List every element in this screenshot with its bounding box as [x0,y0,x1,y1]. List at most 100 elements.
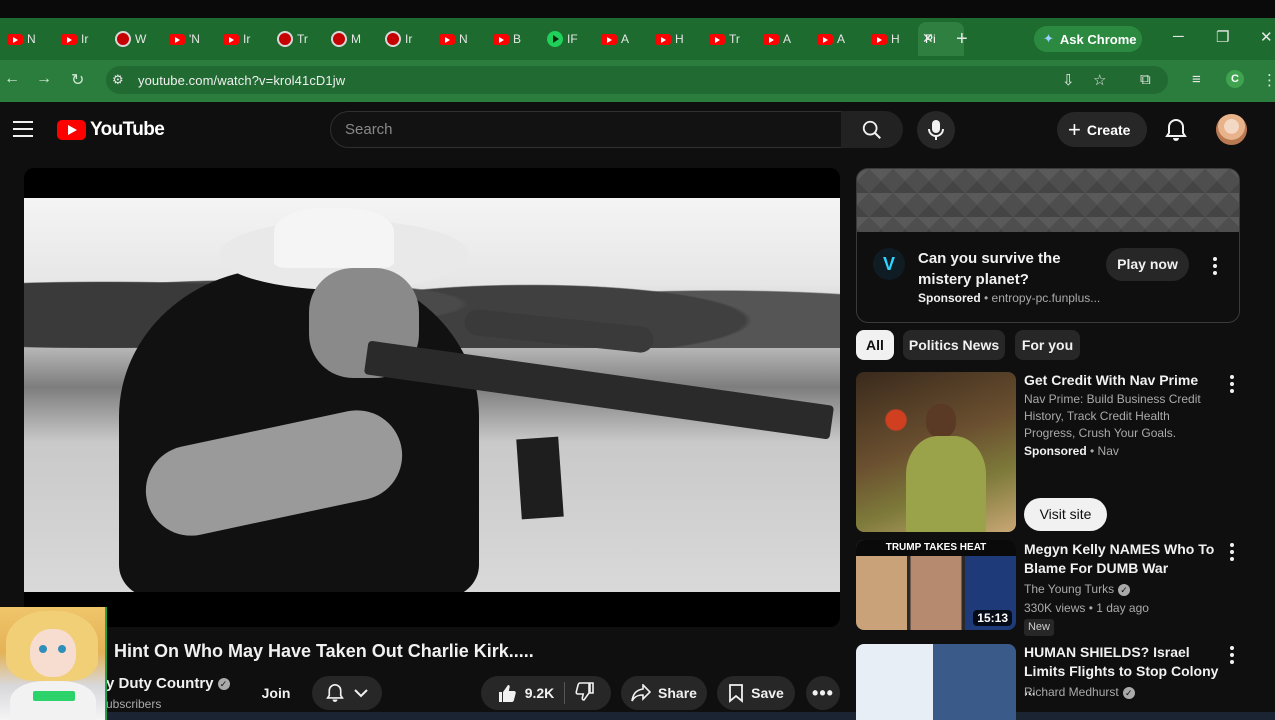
browser-tab[interactable]: A [756,25,810,53]
browser-tab[interactable]: Tr [270,25,324,53]
browser-tab[interactable]: A [810,25,864,53]
search-button[interactable] [841,111,903,148]
visit-site-button[interactable]: Visit site [1024,498,1107,531]
browser-tab-label: 'N [189,32,200,46]
rec-title-nav[interactable]: Get Credit With Nav Prime [1024,371,1220,390]
search-icon [862,120,881,139]
back-arrow-icon[interactable]: ← [4,70,20,88]
chip-for-you[interactable]: For you [1015,330,1080,360]
sponsored-ad-card[interactable]: V Can you survive the mistery planet? Sp… [856,168,1240,323]
channel-name[interactable]: y Duty Country ✓ [106,675,230,692]
rec-stats-megyn: 330K views • 1 day ago [1024,601,1149,615]
youtube-logo[interactable]: YouTube [57,119,165,141]
site-info-icon[interactable]: ⚙ [112,72,124,88]
rec-menu-icon[interactable] [1229,375,1235,393]
browser-tab[interactable]: H [864,25,918,53]
join-button[interactable]: Join [254,676,298,710]
minimize-icon[interactable]: ─ [1173,28,1184,45]
browser-tab[interactable]: W [108,25,162,53]
share-button[interactable]: Share [621,676,707,710]
human-shields-thumbnail[interactable] [856,644,1016,720]
chevron-down-icon [354,689,368,698]
thumbnail-banner-text: TRUMP TAKES HEAT [856,540,1016,556]
new-tab-button[interactable]: + [956,28,968,51]
ad-title[interactable]: Can you survive the mistery planet? [918,248,1088,290]
thumbs-down-icon [575,681,595,701]
browser-tab-strip: N Ir W 'N Ir Tr M Ir N B IF A H Tr A A H Pi ✕ + ✦ Ask Chr… [0,0,1275,60]
browser-tab-label: W [135,32,147,46]
browser-tab[interactable]: N [432,25,486,53]
rec-channel-shields[interactable]: Richard Medhurst ✓ [1024,685,1135,699]
youtube-favicon-icon [763,33,779,45]
browser-tab-label: M [351,32,361,46]
forward-arrow-icon[interactable]: → [36,70,52,88]
ad-menu-icon[interactable] [1212,257,1218,275]
create-button[interactable]: + Create [1057,112,1147,147]
restore-icon[interactable]: ❐ [1216,28,1229,46]
title-bar [0,0,1275,18]
verified-icon: ✓ [1122,686,1135,699]
os-taskbar [107,712,1275,720]
close-tab-icon[interactable]: ✕ [922,30,934,47]
subscription-bell-button[interactable] [312,676,382,710]
rec-description-nav: Nav Prime: Build Business Credit History… [1024,392,1201,440]
media-controls-icon[interactable]: ≡ [1192,71,1201,88]
play-now-button[interactable]: Play now [1106,248,1189,281]
new-badge: New [1024,619,1054,636]
create-label: Create [1086,121,1131,138]
avatar-face [30,629,76,677]
browser-tab[interactable]: Ir [54,25,108,53]
guide-menu-icon[interactable] [13,121,33,142]
plus-icon: + [1068,116,1081,142]
sponsored-label-nav: Sponsored [1024,444,1087,458]
account-avatar[interactable] [1216,114,1247,145]
voice-search-button[interactable] [917,111,955,149]
url-text[interactable]: youtube.com/watch?v=krol41cD1jw [138,73,345,88]
browser-tab-label: Tr [729,32,740,46]
browser-tab[interactable]: Ir [378,25,432,53]
browser-tab[interactable]: H [648,25,702,53]
browser-tab[interactable]: 'N [162,25,216,53]
verified-icon: ✓ [1118,583,1131,596]
rec-menu-icon[interactable] [1229,543,1235,561]
video-duration: 15:13 [973,610,1012,626]
browser-tab[interactable]: M [324,25,378,53]
tab-search-icon[interactable]: ⧉ [1140,71,1151,88]
rec-title-megyn[interactable]: Megyn Kelly NAMES Who To Blame For DUMB … [1024,540,1220,578]
megyn-thumbnail[interactable]: TRUMP TAKES HEAT 15:13 [856,540,1016,630]
browser-tab[interactable]: N [0,25,54,53]
browser-tab[interactable]: B [486,25,540,53]
video-player[interactable] [24,168,840,627]
bookmark-star-icon[interactable]: ☆ [1093,71,1106,89]
browser-tab[interactable]: IF [540,25,594,53]
sponsor-domain: • entropy-pc.funplus... [980,291,1101,305]
search-input[interactable]: Search [330,111,842,148]
like-button[interactable]: 9.2K [497,683,555,703]
browser-tab[interactable]: A [594,25,648,53]
rec-menu-icon[interactable] [1229,646,1235,664]
ask-chrome-label: Ask Chrome [1059,31,1137,47]
notifications-bell-icon[interactable] [1165,118,1187,147]
youtube-favicon-icon [817,33,833,45]
microphone-icon [928,120,944,140]
save-button[interactable]: Save [717,676,795,710]
verified-icon: ✓ [217,678,230,691]
browser-tab[interactable]: Tr [702,25,756,53]
chip-all[interactable]: All [856,330,894,360]
thumbnail-person-body [906,436,986,532]
chip-politics-news[interactable]: Politics News [903,330,1005,360]
browser-tab[interactable]: Ir [216,25,270,53]
browser-menu-icon[interactable]: ⋮ [1262,71,1275,89]
reload-icon[interactable]: ↻ [71,70,84,90]
rec-channel-megyn[interactable]: The Young Turks ✓ [1024,582,1131,596]
bookmark-icon [729,684,744,703]
more-actions-button[interactable]: ••• [806,676,840,710]
dislike-button[interactable] [575,681,595,705]
nav-prime-thumbnail[interactable] [856,372,1016,532]
like-count: 9.2K [524,685,555,701]
install-app-icon[interactable]: ⇩ [1062,71,1075,89]
close-window-icon[interactable]: ✕ [1260,28,1273,46]
ask-chrome-button[interactable]: ✦ Ask Chrome [1034,26,1142,52]
browser-profile-avatar[interactable]: C [1226,70,1244,88]
browser-tab-label: Ir [81,32,89,46]
